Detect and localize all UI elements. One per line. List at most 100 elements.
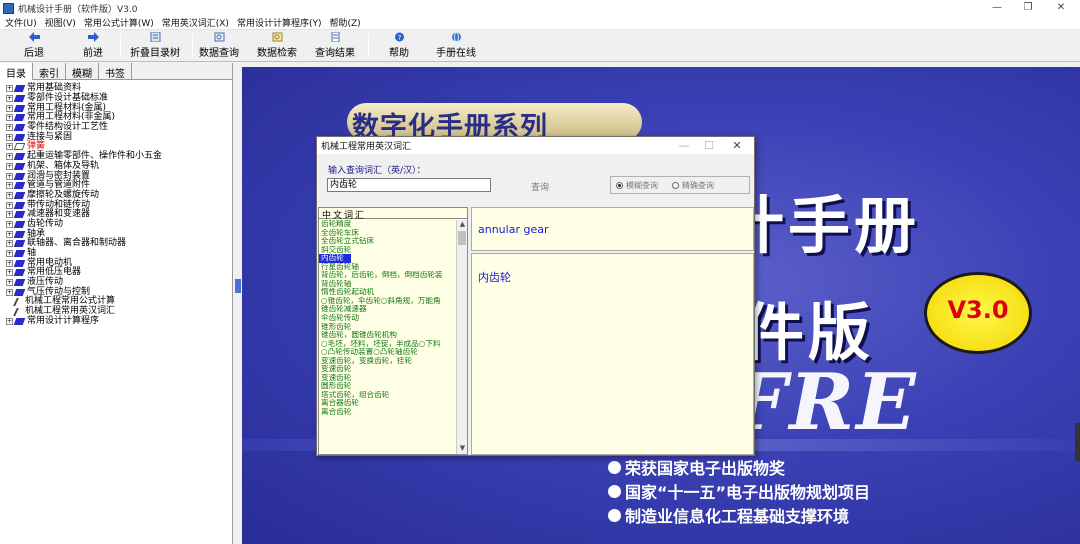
expand-icon[interactable]: + xyxy=(6,220,13,228)
expand-icon[interactable]: + xyxy=(6,259,13,267)
expand-icon[interactable]: + xyxy=(6,211,13,219)
expand-icon[interactable]: + xyxy=(6,114,13,122)
term-list-item[interactable]: ○毛坯，坯料，坯锭，半成品○下料 xyxy=(319,340,457,349)
menu-help[interactable]: 帮助(Z) xyxy=(329,16,360,29)
expand-icon[interactable]: + xyxy=(6,124,13,132)
expand-icon[interactable]: + xyxy=(6,201,13,209)
menu-bar: 文件(U) 视图(V) 常用公式计算(W) 常用英汉词汇(X) 常用设计计算程序… xyxy=(0,16,1080,30)
dialog-maximize-button[interactable]: ☐ xyxy=(698,137,720,154)
help-button[interactable]: ? 帮助 xyxy=(389,32,409,60)
handbook-online-button[interactable]: 手册在线 xyxy=(436,32,476,60)
scroll-down-icon[interactable]: ▼ xyxy=(457,444,468,454)
maximize-button[interactable]: ❐ xyxy=(1013,0,1043,16)
tree-node[interactable]: + 零部件设计基础标准 xyxy=(0,94,232,104)
term-list-item[interactable]: 齿轮精度 xyxy=(319,220,457,229)
menu-formula[interactable]: 常用公式计算(W) xyxy=(84,16,154,29)
term-list-item[interactable]: 锥齿轮，圆锥齿轮机构 xyxy=(319,331,457,340)
term-list-item[interactable]: 离合器齿轮 xyxy=(319,399,457,408)
tree-node[interactable]: + 摩擦轮及螺旋传动 xyxy=(0,190,232,201)
term-list-item[interactable]: 背齿轮轴 xyxy=(319,280,457,289)
term-list-item[interactable]: 变速齿轮 xyxy=(319,365,457,374)
expand-icon[interactable]: + xyxy=(6,317,13,325)
tab-index[interactable]: 索引 xyxy=(33,63,66,80)
expand-icon[interactable]: + xyxy=(6,85,13,93)
collapse-tree-button[interactable]: 折叠目录树 xyxy=(130,32,180,60)
data-query-button[interactable]: 数据查询 xyxy=(199,32,239,60)
term-list-item[interactable]: 变速齿轮，变换齿轮，挂轮 xyxy=(319,357,457,366)
term-list-item[interactable]: 锥齿轮减速器 xyxy=(319,305,457,314)
scroll-up-icon[interactable]: ▲ xyxy=(457,220,468,230)
tree-node[interactable]: + 齿轮传动 xyxy=(0,218,232,230)
tree-node[interactable]: + 轴 xyxy=(0,249,232,259)
term-list-item[interactable]: 斜交齿轮 xyxy=(319,246,457,255)
tree-node[interactable]: + 零件结构设计工艺性 xyxy=(0,123,232,133)
expand-icon[interactable]: + xyxy=(6,95,13,103)
splitter-handle[interactable] xyxy=(235,279,241,293)
term-list[interactable]: 中文词汇 齿轮精度 全齿轮车床 全齿轮立式钻床 斜交齿轮 内齿轮 行星齿轮轴 背齿轮，后齿轮… xyxy=(318,207,468,455)
expand-icon[interactable]: + xyxy=(6,250,13,258)
term-list-item[interactable]: 惰性齿轮起动机 xyxy=(319,288,457,297)
term-list-item-selected[interactable]: 内齿轮 xyxy=(319,254,351,263)
expand-icon[interactable]: + xyxy=(6,133,13,141)
expand-icon[interactable]: + xyxy=(6,240,13,248)
tab-bookmarks[interactable]: 书签 xyxy=(99,63,132,80)
expand-icon[interactable]: + xyxy=(6,153,13,161)
term-list-item[interactable]: ○锥齿轮，伞齿轮○斜角规，万能角 xyxy=(319,297,457,306)
menu-calc-programs[interactable]: 常用设计计算程序(Y) xyxy=(237,16,322,29)
mode-exact-radio[interactable]: 精确查询 xyxy=(672,180,714,191)
expand-icon[interactable]: + xyxy=(6,172,13,180)
close-button[interactable]: ✕ xyxy=(1046,0,1076,16)
expand-icon[interactable]: + xyxy=(6,162,13,170)
scroll-thumb[interactable] xyxy=(458,231,466,245)
menu-file[interactable]: 文件(U) xyxy=(5,16,37,29)
data-search-button[interactable]: 数据检索 xyxy=(257,32,297,60)
query-button[interactable]: 查询 xyxy=(531,180,549,193)
term-list-item[interactable]: 全齿轮立式钻床 xyxy=(319,237,457,246)
term-list-scrollbar[interactable]: ▲ ▼ xyxy=(456,220,467,454)
book-icon xyxy=(13,288,26,296)
term-list-item[interactable]: 圆形齿轮 xyxy=(319,382,457,391)
expand-icon[interactable]: + xyxy=(6,182,13,190)
tree-node[interactable]: + 机架、箱体及导轨 xyxy=(0,161,232,172)
tab-fuzzy[interactable]: 模糊 xyxy=(66,63,99,80)
query-mode-group: 模糊查询 精确查询 xyxy=(610,176,750,194)
expand-icon[interactable]: + xyxy=(6,288,13,296)
menu-glossary[interactable]: 常用英汉词汇(X) xyxy=(162,16,229,29)
tab-contents[interactable]: 目录 xyxy=(0,63,33,80)
tree-node-label: 管道与管道附件 xyxy=(27,180,91,191)
term-list-item[interactable]: 离合齿轮 xyxy=(319,408,457,417)
mode-fuzzy-radio[interactable]: 模糊查询 xyxy=(616,180,658,191)
back-button[interactable]: 后退 xyxy=(24,32,44,60)
panel-splitter[interactable] xyxy=(234,63,242,544)
forward-button[interactable]: 前进 xyxy=(83,32,103,60)
dialog-close-button[interactable]: ✕ xyxy=(726,137,748,154)
expand-icon[interactable]: + xyxy=(6,143,13,151)
term-list-item[interactable]: 背齿轮，后齿轮，倒档，倒档齿轮装 xyxy=(319,271,457,280)
dialog-minimize-button[interactable]: — xyxy=(673,137,695,154)
term-list-item[interactable]: 塔式齿轮，组合齿轮 xyxy=(319,391,457,400)
expand-icon[interactable]: + xyxy=(6,269,13,277)
expand-icon[interactable]: + xyxy=(6,104,13,112)
dialog-title-bar[interactable]: 机械工程常用英汉词汇 — ☐ ✕ xyxy=(317,137,754,154)
expand-icon[interactable]: + xyxy=(6,279,13,287)
side-scroll-handle[interactable] xyxy=(1075,423,1080,461)
term-list-item[interactable]: 行星齿轮轴 xyxy=(319,263,457,272)
tree-node[interactable]: + 液压传动 xyxy=(0,278,232,288)
tree-node-label: 齿轮传动 xyxy=(27,218,64,229)
query-results-button[interactable]: 查询结果 xyxy=(315,32,355,60)
radio-empty-icon xyxy=(672,181,679,189)
term-list-item[interactable]: 全齿轮车床 xyxy=(319,229,457,238)
term-list-item[interactable]: 变速齿轮 xyxy=(319,374,457,383)
term-list-item[interactable]: ○凸轮传动装置○凸轮轴齿轮 xyxy=(319,348,457,357)
bullet-dot-icon xyxy=(608,484,621,498)
minimize-button[interactable]: — xyxy=(982,0,1012,16)
expand-icon[interactable]: + xyxy=(6,230,13,238)
term-list-item[interactable]: 伞齿轮传动 xyxy=(319,314,457,323)
query-input[interactable]: 内齿轮 xyxy=(327,178,491,192)
tree-node[interactable]: + 常用设计计算程序 xyxy=(0,316,232,327)
svg-text:?: ? xyxy=(397,34,401,42)
term-list-item[interactable]: 锥形齿轮 xyxy=(319,323,457,332)
expand-icon[interactable]: + xyxy=(6,191,13,199)
menu-view[interactable]: 视图(V) xyxy=(45,16,76,29)
award-item: 荣获国家电子出版物奖 xyxy=(608,455,870,479)
